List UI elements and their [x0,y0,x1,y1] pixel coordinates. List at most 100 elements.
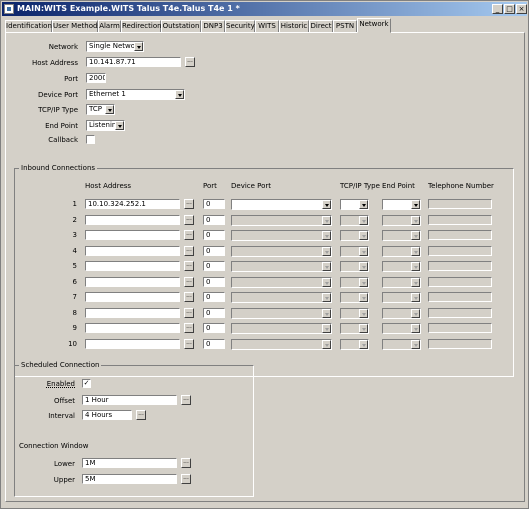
inbound-port-field[interactable]: 0 [203,245,225,256]
inbound-tcpip-type-select[interactable] [340,199,369,210]
inbound-host-address-field[interactable] [85,230,180,240]
offset-field[interactable]: 1 Hour [82,395,177,405]
inbound-host-browse-button[interactable]: ... [184,276,194,287]
network-select[interactable]: Single Network [86,41,144,52]
tcpip-type-select-value: TCP [89,105,102,113]
lower-field[interactable]: 1M [82,458,177,468]
inbound-host-address-field[interactable] [85,307,180,318]
inbound-device-port-select [231,261,332,272]
inbound-end-point-select [382,261,421,272]
inbound-device-port-select [231,230,332,241]
chevron-down-icon[interactable] [411,200,420,209]
chevron-down-icon [411,231,420,240]
inbound-port-field[interactable]: 0 [203,276,225,287]
chevron-down-icon[interactable] [134,42,143,51]
inbound-host-browse-button[interactable]: ... [184,307,194,318]
tcpip-type-select[interactable]: TCP [86,104,115,115]
callback-checkbox[interactable] [86,135,95,144]
row-number: 10 [68,339,77,348]
tab-network[interactable]: Network [357,18,391,33]
inbound-tcpip-type-select [340,261,369,272]
offset-browse-button[interactable]: ... [181,395,191,405]
inbound-tcpip-type-select [340,323,369,334]
inbound-end-point-select[interactable] [382,199,421,210]
inbound-port-field[interactable]: 0 [203,307,225,318]
device-port-select[interactable]: Ethernet 1 [86,89,185,100]
inbound-host-browse-button[interactable]: ... [184,338,194,349]
inbound-port-field[interactable]: 0 [203,199,225,209]
inbound-end-point-select [382,214,421,226]
minimize-button[interactable]: _ [492,4,503,14]
chevron-down-icon[interactable] [322,200,331,209]
inbound-host-address-field[interactable] [85,261,180,271]
inbound-device-port-select [231,214,332,226]
inbound-host-address-field[interactable] [85,292,180,302]
chevron-down-icon [359,339,368,349]
inbound-host-address-field[interactable] [85,323,180,333]
row-number: 9 [72,324,77,332]
interval-browse-button[interactable]: ... [136,410,146,420]
inbound-device-port-select [231,323,332,334]
inbound-device-port-select [231,292,332,303]
chevron-down-icon[interactable] [115,121,124,130]
inbound-port-field[interactable]: 0 [203,230,225,240]
inbound-port-field[interactable]: 0 [203,338,225,349]
app-window: MAIN:WITS Example.WITS Talus T4e.Talus T… [0,0,529,509]
enabled-checkbox[interactable]: ✓ [82,379,91,388]
chevron-down-icon [322,246,331,256]
inbound-host-address-field[interactable] [85,338,180,349]
inbound-host-address-field[interactable] [85,245,180,256]
row-number: 7 [72,293,77,301]
inbound-port-field[interactable]: 0 [203,292,225,302]
inbound-tcpip-type-select [340,292,369,303]
end-point-select[interactable]: Listening [86,120,125,131]
col-end-point: End Point [382,182,415,190]
connection-window-title: Connection Window [19,442,89,450]
inbound-end-point-select [382,245,421,257]
inbound-host-browse-button[interactable]: ... [184,199,194,209]
port-field[interactable]: 20000 [86,73,106,83]
chevron-down-icon [411,339,420,349]
inbound-port-field[interactable]: 0 [203,261,225,271]
chevron-down-icon[interactable] [105,105,114,114]
col-device-port: Device Port [231,182,272,190]
inbound-host-browse-button[interactable]: ... [184,292,194,302]
inbound-telephone-field [428,214,492,225]
inbound-host-browse-button[interactable]: ... [184,323,194,333]
inbound-tcpip-type-select [340,276,369,288]
inbound-device-port-select[interactable] [231,199,332,210]
inbound-host-address-field[interactable] [85,276,180,287]
inbound-host-browse-button[interactable]: ... [184,261,194,271]
close-button[interactable]: × [516,4,527,14]
inbound-end-point-select [382,307,421,319]
inbound-host-browse-button[interactable]: ... [184,214,194,225]
inbound-end-point-select [382,292,421,303]
inbound-host-browse-button[interactable]: ... [184,230,194,240]
inbound-host-address-field[interactable]: 10.10.324.252.1 [85,199,180,209]
chevron-down-icon [359,262,368,271]
chevron-down-icon [359,215,368,225]
inbound-host-address-field[interactable] [85,214,180,225]
chevron-down-icon[interactable] [175,90,184,99]
inbound-tcpip-type-select [340,214,369,226]
chevron-down-icon [411,293,420,302]
lower-browse-button[interactable]: ... [181,458,191,468]
status-bar [5,504,525,507]
chevron-down-icon [322,324,331,333]
col-telephone-number: Telephone Number [428,182,494,190]
maximize-button[interactable]: □ [504,4,515,14]
host-address-label: Host Address [31,59,78,67]
inbound-telephone-field [428,307,492,318]
inbound-end-point-select [382,323,421,334]
inbound-port-field[interactable]: 0 [203,323,225,333]
row-number: 5 [72,262,77,270]
inbound-port-field[interactable]: 0 [203,214,225,225]
inbound-device-port-select [231,338,332,350]
upper-browse-button[interactable]: ... [181,474,191,484]
interval-field[interactable]: 4 Hours [82,410,132,420]
host-address-browse-button[interactable]: ... [185,57,195,67]
upper-field[interactable]: 5M [82,474,177,484]
host-address-field[interactable]: 10.141.87.71 [86,57,181,67]
chevron-down-icon[interactable] [359,200,368,209]
inbound-host-browse-button[interactable]: ... [184,245,194,256]
